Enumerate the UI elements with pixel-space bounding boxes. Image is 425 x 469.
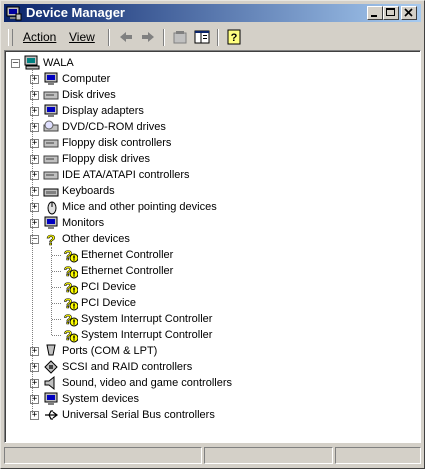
tree-root-label[interactable]: WALA bbox=[43, 56, 74, 70]
console-tree-icon[interactable] bbox=[193, 29, 211, 45]
status-pane-1 bbox=[4, 447, 202, 464]
svg-text:?: ? bbox=[46, 232, 55, 247]
warning-device-icon: ? bbox=[63, 327, 78, 343]
back-arrow-icon[interactable] bbox=[117, 29, 135, 45]
tree-category-label[interactable]: Disk drives bbox=[62, 88, 116, 102]
computer-icon bbox=[44, 72, 58, 85]
tree-device-label[interactable]: System Interrupt Controller bbox=[81, 312, 212, 326]
tree-connector bbox=[52, 335, 61, 336]
warning-device-icon: ? bbox=[63, 295, 78, 311]
mouse-icon bbox=[47, 201, 57, 215]
floppy-drive-icon bbox=[43, 155, 59, 164]
system-device-icon bbox=[44, 392, 58, 405]
properties-icon[interactable] bbox=[171, 29, 189, 45]
tree-category-label[interactable]: Computer bbox=[62, 72, 110, 86]
ide-controller-icon bbox=[43, 171, 59, 180]
tree-category-label[interactable]: Sound, video and game controllers bbox=[62, 376, 232, 390]
toolbar-grip[interactable] bbox=[8, 29, 13, 46]
tree-connector bbox=[52, 319, 61, 320]
tree-device-label[interactable]: PCI Device bbox=[81, 296, 136, 310]
tree-category-label[interactable]: Other devices bbox=[62, 232, 130, 246]
forward-arrow-icon[interactable] bbox=[139, 29, 157, 45]
tree-category-label[interactable]: Universal Serial Bus controllers bbox=[62, 408, 215, 422]
warning-device-icon: ? bbox=[63, 279, 78, 295]
tree-device-label[interactable]: Ethernet Controller bbox=[81, 248, 173, 262]
tree-connector bbox=[52, 255, 61, 256]
port-icon bbox=[46, 344, 56, 356]
display-adapter-icon bbox=[44, 104, 58, 117]
tree-category-label[interactable]: Floppy disk drives bbox=[62, 152, 150, 166]
menu-toolbar: Action View ? bbox=[4, 26, 421, 46]
keyboard-icon bbox=[43, 188, 59, 197]
device-manager-icon bbox=[6, 6, 22, 21]
warning-device-icon: ? bbox=[63, 247, 78, 263]
title-bar[interactable]: Device Manager bbox=[4, 4, 421, 22]
tree-connector bbox=[52, 303, 61, 304]
device-manager-window: Device Manager Action View ? – WALA + Co… bbox=[0, 0, 425, 469]
tree-category-label[interactable]: Floppy disk controllers bbox=[62, 136, 171, 150]
monitor-icon bbox=[44, 216, 58, 229]
menu-action-label: Action bbox=[23, 30, 57, 44]
close-button[interactable] bbox=[401, 6, 417, 20]
svg-text:?: ? bbox=[231, 32, 238, 44]
device-tree[interactable]: – WALA + Computer + Disk drives + Display adapt… bbox=[4, 50, 421, 443]
toolbar-separator bbox=[163, 29, 165, 46]
tree-category-label[interactable]: DVD/CD-ROM drives bbox=[62, 120, 166, 134]
floppy-controller-icon bbox=[43, 139, 59, 148]
maximize-icon bbox=[386, 8, 395, 16]
minimize-button[interactable] bbox=[367, 6, 383, 20]
tree-category-label[interactable]: Mice and other pointing devices bbox=[62, 200, 217, 214]
sound-icon bbox=[44, 375, 55, 391]
tree-category-label[interactable]: Keyboards bbox=[62, 184, 115, 198]
usb-icon bbox=[45, 410, 58, 420]
toolbar-separator bbox=[108, 29, 110, 46]
tree-connector bbox=[32, 69, 33, 415]
menu-view[interactable]: View bbox=[69, 30, 95, 44]
tree-category-label[interactable]: Ports (COM & LPT) bbox=[62, 344, 157, 358]
window-title: Device Manager bbox=[26, 5, 125, 20]
tree-connector bbox=[52, 287, 61, 288]
status-pane-3 bbox=[335, 447, 421, 464]
help-icon[interactable]: ? bbox=[225, 29, 243, 45]
tree-device-label[interactable]: Ethernet Controller bbox=[81, 264, 173, 278]
tree-category-label[interactable]: IDE ATA/ATAPI controllers bbox=[62, 168, 190, 182]
tree-connector bbox=[51, 247, 52, 335]
unknown-device-icon: ? bbox=[46, 232, 56, 247]
toolbar-separator bbox=[217, 29, 219, 46]
maximize-button[interactable] bbox=[383, 6, 399, 20]
minimize-icon bbox=[371, 15, 377, 17]
tree-connector bbox=[52, 271, 61, 272]
tree-device-label[interactable]: PCI Device bbox=[81, 280, 136, 294]
cdrom-icon bbox=[43, 120, 59, 132]
tree-category-label[interactable]: SCSI and RAID controllers bbox=[62, 360, 192, 374]
scsi-icon bbox=[44, 360, 58, 374]
warning-device-icon: ? bbox=[63, 311, 78, 327]
tree-device-label[interactable]: System Interrupt Controller bbox=[81, 328, 212, 342]
tree-category-label[interactable]: Display adapters bbox=[62, 104, 144, 118]
menu-action[interactable]: Action bbox=[23, 30, 56, 44]
disk-drive-icon bbox=[43, 91, 59, 100]
close-icon bbox=[404, 8, 413, 17]
tree-category-label[interactable]: Monitors bbox=[62, 216, 104, 230]
status-pane-2 bbox=[204, 447, 333, 464]
collapse-toggle[interactable]: – bbox=[11, 59, 20, 68]
tree-category-label[interactable]: System devices bbox=[62, 392, 139, 406]
menu-view-label: View bbox=[69, 30, 95, 44]
warning-device-icon: ? bbox=[63, 263, 78, 279]
